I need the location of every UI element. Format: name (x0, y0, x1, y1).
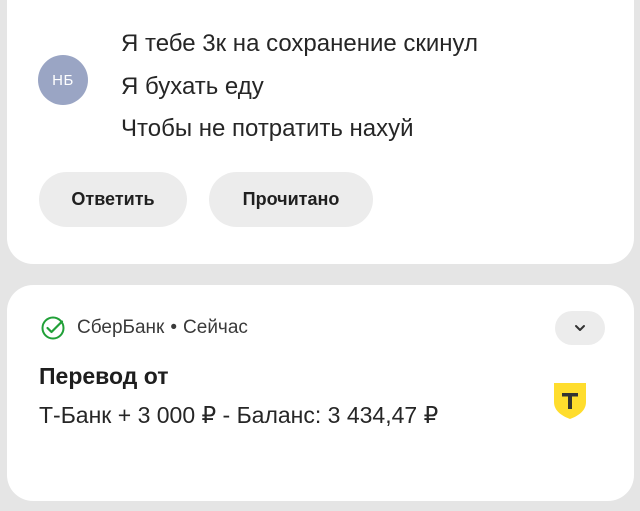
message-line: Чтобы не потратить нахуй (121, 115, 414, 142)
sber-notification-card[interactable]: СберБанк • Сейчас Перевод от Т-Банк + 3 00… (7, 285, 634, 501)
message-line: Я тебе 3к на сохранение скинул (121, 30, 479, 57)
notification-body: Т-Банк + 3 000 ₽ - Баланс: 3 434,47 ₽ (39, 402, 439, 428)
avatar: НБ (38, 55, 88, 105)
sber-check-icon (41, 316, 65, 340)
tbank-shield-icon (554, 383, 586, 419)
expand-button[interactable] (555, 311, 605, 345)
app-header: СберБанк • Сейчас (77, 317, 248, 339)
notification-time: Сейчас (183, 317, 248, 338)
chevron-down-icon (575, 325, 585, 331)
message-line: Я бухать еду (121, 73, 264, 100)
app-name: СберБанк (77, 317, 165, 338)
mark-read-button[interactable]: Прочитано (209, 172, 373, 227)
reply-button[interactable]: Ответить (39, 172, 187, 227)
separator: • (170, 317, 178, 338)
notification-title: Перевод от (39, 363, 169, 389)
message-notification-card[interactable]: НБ Я тебе 3к на сохранение скинул Я буха… (7, 0, 634, 264)
